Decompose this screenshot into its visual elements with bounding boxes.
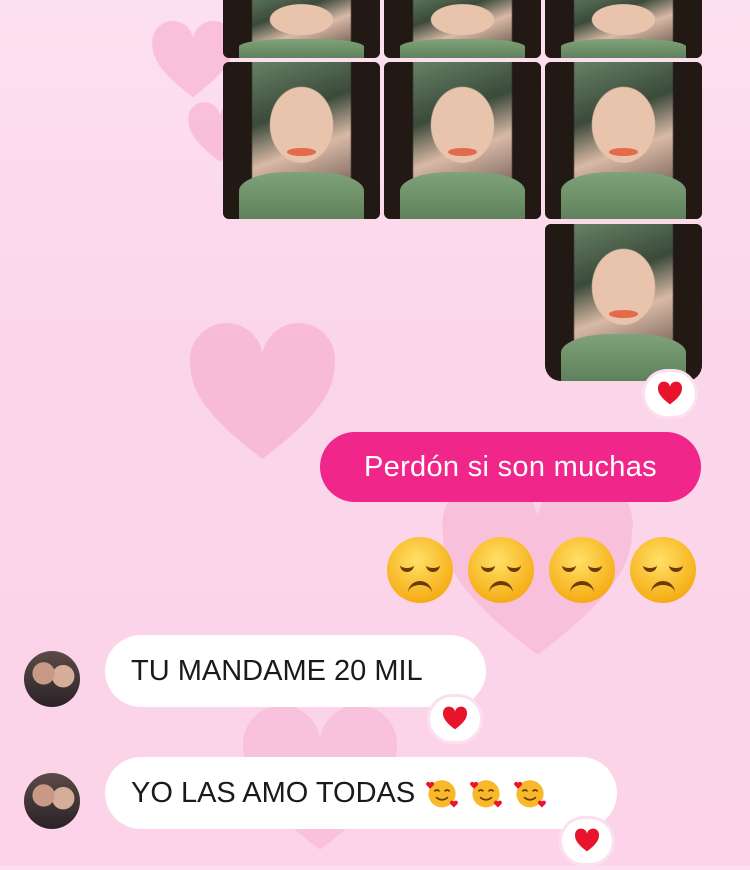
message-text: Perdón si son muchas — [364, 450, 657, 483]
photo-thumbnail[interactable] — [223, 62, 380, 219]
avatar[interactable] — [24, 651, 80, 707]
sad-face-emoji — [549, 537, 615, 603]
smiling-face-with-hearts-emoji — [514, 780, 547, 808]
message-text: TU MANDAME 20 MIL — [131, 654, 423, 687]
message-text: YO LAS AMO TODAS — [131, 776, 416, 809]
red-heart-icon — [574, 828, 600, 852]
smiling-face-with-hearts-emoji — [426, 780, 459, 808]
background-heart-icon — [189, 323, 336, 459]
outgoing-emoji-message[interactable] — [387, 537, 696, 603]
photo-thumbnail[interactable] — [545, 0, 702, 58]
photo-reaction-badge[interactable] — [645, 372, 695, 416]
photo-thumbnail[interactable] — [223, 0, 380, 58]
sad-face-emoji — [630, 537, 696, 603]
incoming-message-bubble[interactable]: YO LAS AMO TODAS — [105, 757, 617, 829]
photo-thumbnail[interactable] — [545, 224, 702, 381]
photo-thumbnail[interactable] — [384, 62, 541, 219]
smiling-face-with-hearts-emoji — [470, 780, 503, 808]
incoming-message-bubble[interactable]: TU MANDAME 20 MIL — [105, 635, 486, 707]
message-reaction-badge[interactable] — [562, 819, 612, 863]
photo-thumbnail[interactable] — [384, 0, 541, 58]
photo-thumbnail[interactable] — [545, 62, 702, 219]
sad-face-emoji — [387, 537, 453, 603]
outgoing-message-bubble[interactable]: Perdón si son muchas — [320, 432, 701, 502]
avatar[interactable] — [24, 773, 80, 829]
red-heart-icon — [442, 706, 468, 730]
red-heart-icon — [657, 381, 683, 405]
sad-face-emoji — [468, 537, 534, 603]
message-reaction-badge[interactable] — [430, 697, 480, 741]
